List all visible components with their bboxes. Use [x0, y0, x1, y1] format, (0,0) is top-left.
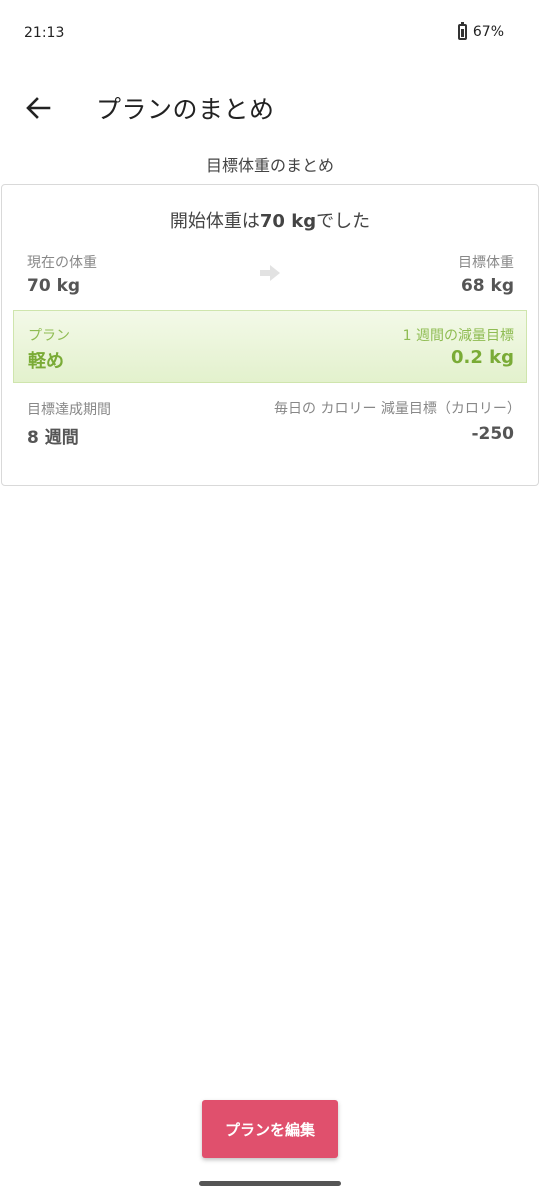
weekly-goal-label: 1 週間の減量目標	[402, 328, 514, 344]
arrow-left-icon	[26, 97, 51, 119]
plan-value: 軽め	[28, 351, 64, 372]
plan-band: プラン 軽め 1 週間の減量目標 0.2 kg	[13, 310, 527, 383]
back-button[interactable]	[18, 88, 58, 128]
current-weight-label: 現在の体重	[27, 255, 97, 271]
weekly-goal-value: 0.2 kg	[450, 347, 514, 368]
current-weight-value: 70 kg	[27, 276, 81, 296]
target-weight: 目標体重 68 kg	[458, 252, 514, 296]
plan-label: プラン	[28, 328, 70, 344]
page-title: プランのまとめ	[96, 95, 275, 124]
current-weight: 現在の体重 70 kg	[27, 252, 97, 296]
goal-period-label: 目標達成期間	[27, 402, 111, 418]
target-weight-label: 目標体重	[458, 255, 514, 271]
app-bar: プランのまとめ	[0, 72, 540, 142]
goal-period-value: 8 週間	[27, 428, 79, 448]
start-weight-value: 70 kg	[259, 211, 317, 232]
section-title: 目標体重のまとめ	[205, 156, 334, 175]
target-weight-value: 68 kg	[460, 276, 514, 296]
battery-icon	[457, 22, 467, 40]
status-time: 21:13	[24, 25, 65, 41]
daily-calorie-goal: 毎日の カロリー 減量目標（カロリー） -250	[274, 399, 521, 444]
edit-plan-button[interactable]: プランを編集	[202, 1100, 338, 1158]
daily-calorie-label: 毎日の カロリー 減量目標（カロリー）	[274, 401, 521, 417]
screen: 21:13 67% プランのまとめ 目標体重のまとめ 開始体重は70 kgでした…	[0, 0, 540, 1200]
start-weight-text: 開始体重は70 kgでした	[2, 207, 538, 233]
status-bar: 21:13 67%	[0, 0, 540, 68]
arrow-right-icon	[260, 265, 280, 281]
gesture-bar	[199, 1181, 341, 1186]
start-weight-suffix: でした	[316, 211, 371, 232]
battery-percent: 67%	[472, 24, 504, 40]
status-right: 67%	[457, 22, 504, 40]
goal-period: 目標達成期間 8 週間	[27, 399, 111, 448]
daily-calorie-value: -250	[471, 424, 514, 444]
start-weight-prefix: 開始体重は	[169, 211, 260, 232]
summary-card: 開始体重は70 kgでした 現在の体重 70 kg 目標体重 68 kg プラン…	[1, 184, 539, 486]
